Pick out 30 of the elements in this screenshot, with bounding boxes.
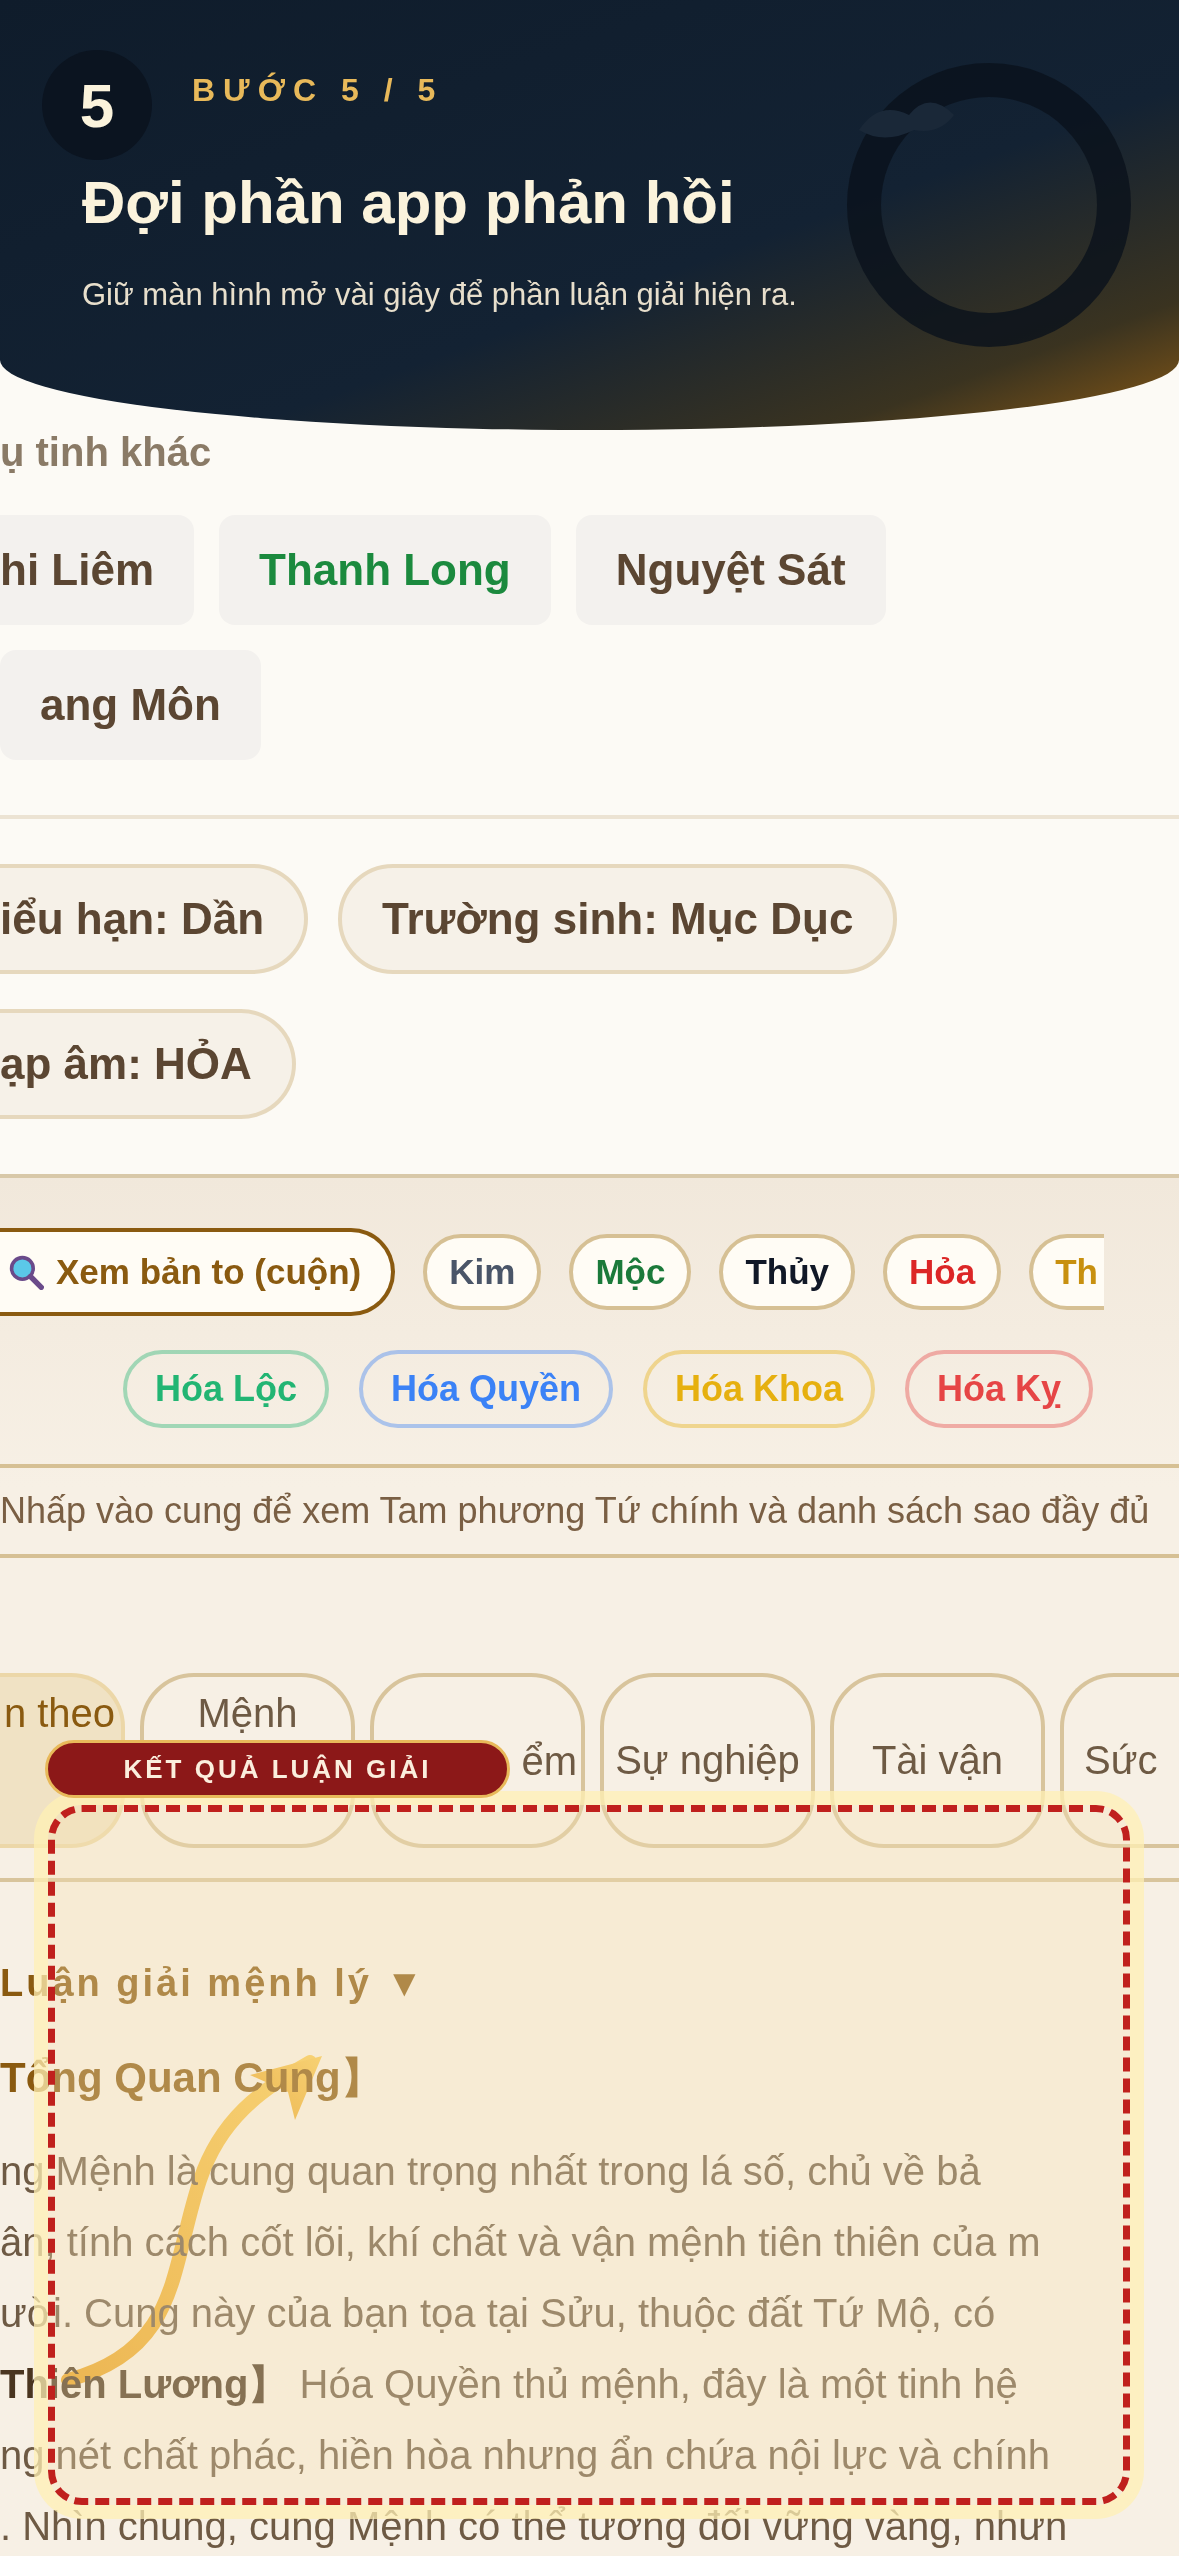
legend-chip: Hóa Lộc bbox=[123, 1350, 329, 1428]
info-pill: ạp âm: HỎA bbox=[0, 1009, 296, 1119]
section-heading: ụ tinh khác bbox=[0, 430, 212, 475]
tutorial-subtitle: Giữ màn hình mở vài giây để phần luận giải hiện ra. bbox=[82, 277, 797, 313]
step-number: 5 bbox=[42, 50, 152, 160]
reading-text: . Nhìn chung, cung Mệnh có thể tương đối vững vàng, nhưn bbox=[0, 2503, 1068, 2550]
result-label-tooltip: KẾT QUẢ LUẬN GIẢI bbox=[45, 1740, 510, 1798]
element-filter-chip[interactable]: Mộc bbox=[569, 1234, 692, 1310]
zoom-button[interactable]: Xem bản to (cuộn) bbox=[0, 1228, 396, 1316]
legend-chip: Hóa Quyền bbox=[359, 1350, 614, 1428]
hint-text: Nhấp vào cung để xem Tam phương Tứ chính và danh sách sao đầy đủ bbox=[0, 1464, 1179, 1558]
legend-chip: Hóa Kỵ bbox=[905, 1350, 1094, 1428]
element-filter-chip[interactable]: Kim bbox=[423, 1234, 542, 1310]
element-filter-chip[interactable]: Hỏa bbox=[883, 1234, 1002, 1310]
info-pill: iểu hạn: Dần bbox=[0, 864, 309, 974]
tutorial-title: Đợi phần app phản hồi bbox=[82, 168, 735, 237]
category-tab[interactable]: Sự nghiệp bbox=[600, 1673, 815, 1848]
step-label: BƯỚC 5 / 5 bbox=[192, 71, 444, 109]
star-chip[interactable]: Nguyệt Sát bbox=[575, 515, 886, 625]
star-chip[interactable]: ang Môn bbox=[0, 650, 261, 760]
search-icon bbox=[8, 1254, 44, 1290]
reading-text: ng Mệnh là cung quan trọng nhất trong lá số, chủ về bả bbox=[0, 2148, 981, 2195]
category-tab[interactable]: Sức bbox=[1060, 1673, 1179, 1848]
legend-chip: Hóa Khoa bbox=[643, 1350, 876, 1428]
info-pill: Trường sinh: Mục Dục bbox=[338, 864, 898, 974]
element-filter-chip[interactable]: Thủy bbox=[719, 1234, 855, 1310]
star-chip[interactable]: hi Liêm bbox=[0, 515, 195, 625]
category-tab[interactable]: Tài vận bbox=[830, 1673, 1045, 1848]
reading-text: ng nét chất phác, hiền hòa nhưng ẩn chứa nội lực và chính bbox=[0, 2432, 1050, 2479]
star-chip[interactable]: Thanh Long bbox=[219, 515, 551, 625]
